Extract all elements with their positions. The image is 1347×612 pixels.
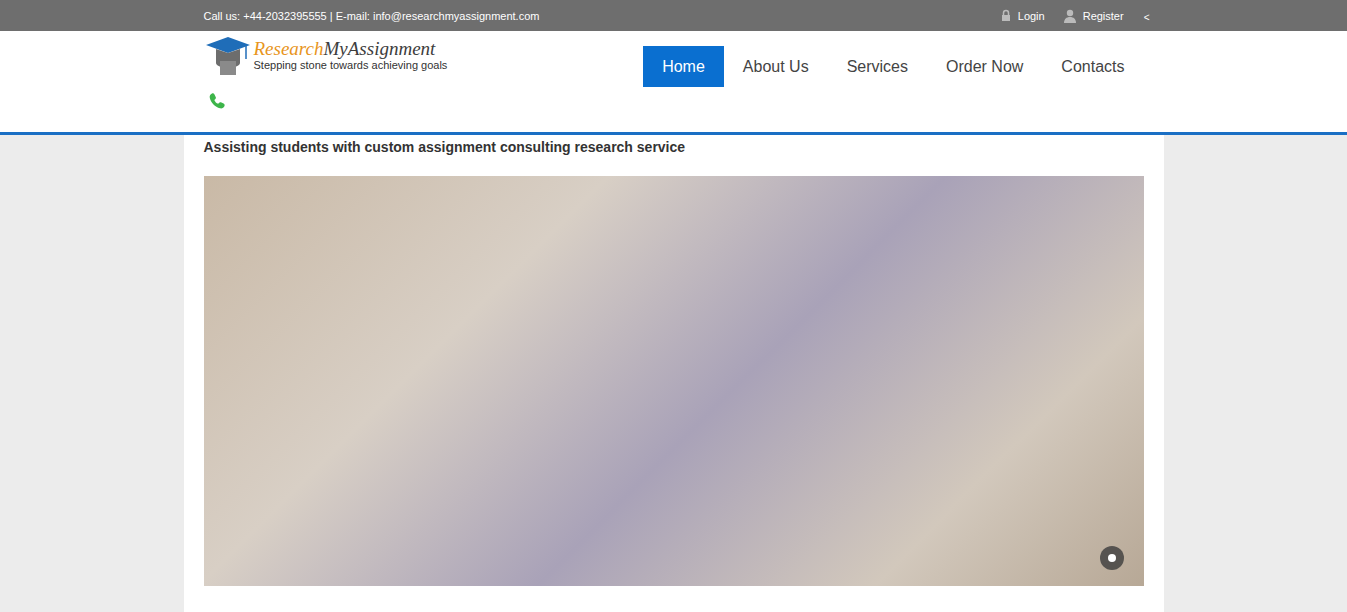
lock-icon: [1000, 9, 1012, 23]
top-bar-content: Call us: +44-2032395555 | E-mail: info@r…: [204, 0, 1144, 31]
nav-item[interactable]: Order Now: [927, 46, 1042, 87]
hero-slider: [204, 176, 1144, 586]
account-link[interactable]: Login: [1000, 9, 1045, 23]
user-icon: [1063, 9, 1077, 23]
slider-dot[interactable]: [1100, 546, 1124, 570]
contact-info: Call us: +44-2032395555 | E-mail: info@r…: [204, 10, 540, 22]
header: ResearchMyAssignmentStepping stone towar…: [0, 31, 1347, 135]
graduation-cap-icon: [204, 33, 252, 77]
nav-item[interactable]: Services: [828, 46, 927, 87]
brand-name: ResearchMyAssignment: [254, 39, 448, 60]
slider-dots: [1100, 546, 1124, 570]
logo[interactable]: ResearchMyAssignmentStepping stone towar…: [204, 33, 448, 77]
account-links: Login Register <: [1000, 8, 1150, 23]
nav-item[interactable]: About Us: [724, 46, 828, 87]
tagline: Stepping stone towards achieving goals: [254, 59, 448, 71]
account-link-label[interactable]: Login: [1018, 10, 1045, 22]
content-panel: Assisting students with custom assignmen…: [184, 135, 1164, 612]
logo-column: ResearchMyAssignmentStepping stone towar…: [204, 31, 448, 110]
account-link-label[interactable]: Register: [1083, 10, 1124, 22]
account-link[interactable]: Register: [1063, 9, 1124, 23]
top-bar: Call us: +44-2032395555 | E-mail: info@r…: [0, 0, 1347, 31]
phone-icon: [208, 92, 226, 110]
logo-text: ResearchMyAssignmentStepping stone towar…: [254, 39, 448, 72]
content-inner: Assisting students with custom assignmen…: [184, 135, 1164, 586]
page-heading: Assisting students with custom assignmen…: [204, 138, 1144, 157]
brand-part: MyAssignment: [324, 38, 436, 59]
nav-item[interactable]: Home: [643, 46, 724, 87]
main-nav: HomeAbout UsServicesOrder NowContacts: [643, 46, 1143, 87]
brand-part: Research: [254, 38, 324, 59]
toggle-button[interactable]: <: [1144, 12, 1150, 23]
header-content: ResearchMyAssignmentStepping stone towar…: [204, 31, 1144, 110]
nav-item[interactable]: Contacts: [1042, 46, 1143, 87]
